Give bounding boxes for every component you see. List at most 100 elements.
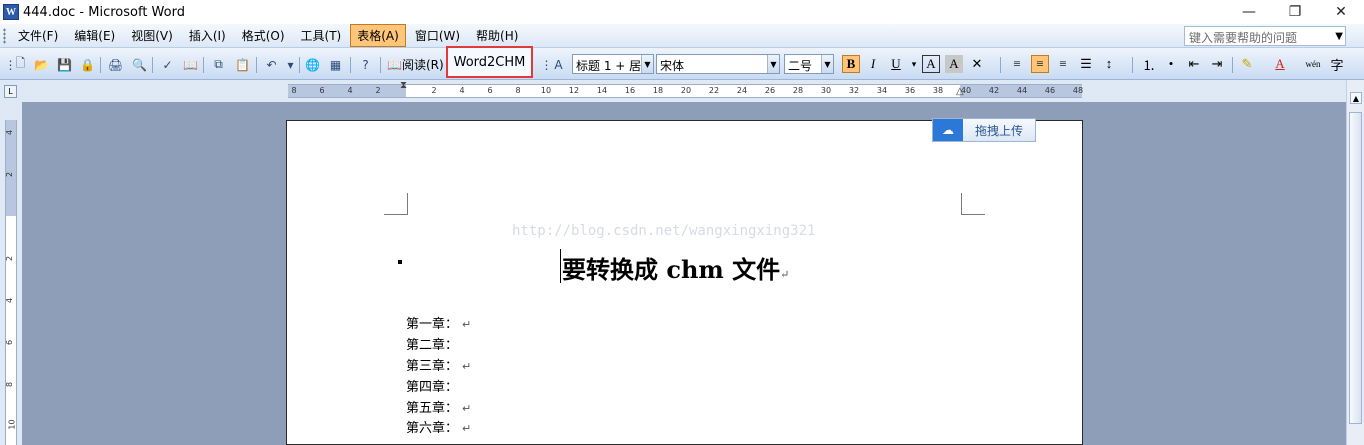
align-right-icon[interactable]: ≡ [1054,55,1072,73]
read-mode-button[interactable]: 📖 阅读(R) [387,56,444,73]
underline-button[interactable]: U [887,55,905,73]
vruler-tick: 4 [5,129,15,136]
scroll-thumb[interactable] [1349,112,1362,424]
ruler-tick: 14 [596,86,608,95]
hyperlink-icon[interactable]: 🌐 [304,56,321,73]
increase-indent-icon[interactable]: ⇥ [1208,55,1226,73]
font-select[interactable]: 宋体 ▼ [656,54,780,74]
decrease-indent-icon[interactable]: ⇤ [1185,55,1203,73]
chevron-down-icon[interactable]: ▼ [767,55,779,73]
character-scaling-icon[interactable]: ✕ [968,55,986,73]
research-icon[interactable]: 📖 [182,56,199,73]
chapter-line[interactable]: 第五章： ↵ [406,397,471,416]
drag-upload-label: 拖拽上传 [975,123,1024,138]
chevron-down-icon[interactable]: ▼ [821,55,833,73]
menu-help[interactable]: 帮助(H) [469,24,525,47]
styles-formatting-icon[interactable]: A [550,56,567,73]
ruler-tick: 30 [820,86,832,95]
open-folder-icon[interactable]: 📂 [33,56,50,73]
ruler-tick: 18 [652,86,664,95]
heading-bullet-mark [398,260,402,264]
minimize-button[interactable]: — [1226,0,1272,24]
ruler-tick: 24 [736,86,748,95]
bullets-icon[interactable]: • [1162,55,1180,73]
font-color-icon[interactable]: A [1271,55,1289,73]
underline-dropdown-icon[interactable]: ▾ [905,55,923,73]
indent-marker-icon[interactable]: ⧗ [400,80,407,91]
character-shading-icon[interactable]: A [945,55,963,73]
new-document-icon[interactable]: 🗋 [12,56,29,73]
vruler-tick: 2 [5,171,15,178]
justify-icon[interactable]: ☰ [1077,55,1095,73]
help-search-input[interactable]: 键入需要帮助的问题 ▼ [1184,26,1346,46]
menu-view[interactable]: 视图(V) [124,24,180,47]
save-icon[interactable]: 💾 [56,56,73,73]
word-app-icon[interactable]: W [3,4,19,20]
window-title: 444.doc - Microsoft Word [23,4,185,20]
standard-formatting-toolbar: ⋮ 🗋 📂 💾 🔒 🖨 🔍 ✓ 📖 ⧉ 📋 ↶ ▾ 🌐 ▦ ? 📖 阅读(R) … [0,48,1364,80]
crop-mark-top-right [961,193,985,215]
print-icon[interactable]: 🖨 [107,56,124,73]
ruler-tick: 26 [764,86,776,95]
document-heading[interactable]: 要转换成 chm 文件↵ [562,250,789,285]
ruler-tick: 46 [1044,86,1056,95]
menu-format[interactable]: 格式(O) [235,24,292,47]
menu-grip-handle[interactable] [3,27,6,44]
vertical-scrollbar[interactable]: ▲ [1346,80,1364,445]
paste-icon[interactable]: 📋 [234,56,251,73]
print-preview-icon[interactable]: 🔍 [131,56,148,73]
title-bar: W 444.doc - Microsoft Word — ❐ ✕ [0,0,1364,24]
chapter-line[interactable]: 第一章： ↵ [406,313,471,332]
undo-dropdown-icon[interactable]: ▾ [282,56,299,73]
close-button[interactable]: ✕ [1318,0,1364,24]
right-indent-marker-icon[interactable]: △ [956,86,964,97]
copy-icon[interactable]: ⧉ [210,56,227,73]
chapter-text: 第一章： [406,317,459,332]
menu-file[interactable]: 文件(F) [11,24,65,47]
style-select-value: 标题 1 + 居 [576,59,642,73]
phonetic-guide-icon[interactable]: wén [1304,55,1322,73]
vertical-ruler[interactable]: 4 2 2 4 6 8 10 [5,120,17,445]
style-select[interactable]: 标题 1 + 居 ▼ [572,54,654,74]
scroll-up-arrow-icon[interactable]: ▲ [1350,92,1362,104]
menu-window[interactable]: 窗口(W) [408,24,467,47]
undo-icon[interactable]: ↶ [263,56,280,73]
ruler-tick: 6 [487,86,493,95]
help-icon[interactable]: ? [357,56,374,73]
highlight-icon[interactable]: ✎ [1238,55,1256,73]
align-center-icon[interactable]: ≡ [1031,55,1049,73]
drag-upload-button[interactable]: ☁ 拖拽上传 [932,118,1036,142]
tab-stop-selector-icon[interactable]: L [4,85,17,98]
restore-button[interactable]: ❐ [1272,0,1318,24]
numbering-icon[interactable]: ⒈ [1140,55,1158,73]
toolbar-separator [350,57,351,73]
cloud-upload-icon: ☁ [933,119,963,141]
italic-button[interactable]: I [864,55,882,73]
document-heading-text: 要转换成 chm 文件 [562,255,781,284]
chapter-line[interactable]: 第六章： ↵ [406,417,471,436]
align-left-icon[interactable]: ≡ [1008,55,1026,73]
crop-mark-top-left [384,193,408,215]
chapter-line[interactable]: 第三章： ↵ [406,355,471,374]
paragraph-mark-icon: ↵ [462,360,472,373]
help-dropdown-arrow-icon[interactable]: ▼ [1335,31,1343,42]
menu-table[interactable]: 表格(A) [350,24,406,47]
line-spacing-icon[interactable]: ↕ [1100,55,1118,73]
chapter-line[interactable]: 第二章： [406,334,462,353]
table-icon[interactable]: ▦ [327,56,344,73]
spelling-icon[interactable]: ✓ [159,56,176,73]
font-size-select[interactable]: 二号 ▼ [784,54,834,74]
bold-button[interactable]: B [842,55,860,73]
chapter-line[interactable]: 第四章： [406,376,462,395]
character-border-icon[interactable]: A [922,55,940,73]
menu-tools[interactable]: 工具(T) [294,24,349,47]
ruler-tick: 44 [1016,86,1028,95]
ruler-tick: 8 [515,86,521,95]
enclose-characters-icon[interactable]: 字 [1328,55,1346,73]
chevron-down-icon[interactable]: ▼ [641,55,653,73]
word2chm-button[interactable]: Word2CHM [446,46,533,78]
menu-insert[interactable]: 插入(I) [182,24,233,47]
permission-icon[interactable]: 🔒 [79,56,96,73]
ruler-tick: 4 [459,86,465,95]
menu-edit[interactable]: 编辑(E) [67,24,122,47]
